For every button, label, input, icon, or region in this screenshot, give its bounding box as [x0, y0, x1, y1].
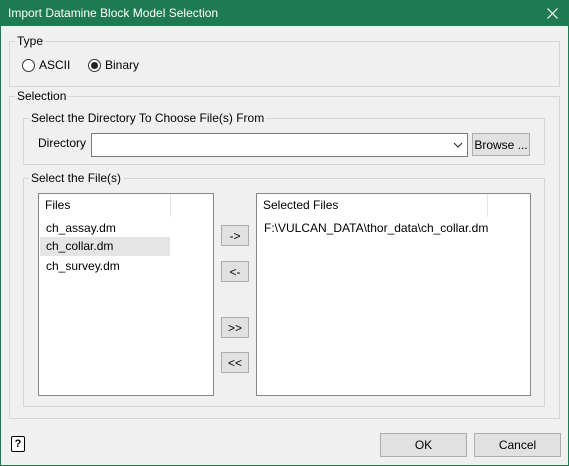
ok-button[interactable]: OK	[380, 433, 467, 457]
remove-all-button[interactable]: <<	[221, 352, 249, 373]
window-title: Import Datamine Block Model Selection	[8, 6, 219, 20]
help-icon[interactable]: ?	[11, 436, 25, 452]
add-file-button[interactable]: ->	[221, 225, 249, 246]
radio-binary-label: Binary	[105, 58, 140, 72]
radio-ascii-circle	[22, 58, 35, 72]
dropdown-arrow-icon[interactable]	[453, 140, 463, 150]
type-group-label: Type	[15, 34, 46, 48]
list-item[interactable]: ch_assay.dm	[40, 219, 170, 238]
list-item[interactable]: ch_collar.dm	[40, 237, 170, 256]
files-listbox[interactable]: Files ch_assay.dm ch_collar.dm ch_survey…	[38, 193, 214, 396]
radio-binary[interactable]: Binary	[88, 58, 139, 72]
radio-binary-dot	[91, 61, 98, 69]
radio-binary-circle	[88, 58, 101, 72]
title-bar: Import Datamine Block Model Selection	[0, 0, 569, 26]
radio-ascii[interactable]: ASCII	[22, 58, 70, 72]
list-item[interactable]: ch_survey.dm	[40, 257, 170, 276]
selected-files-listbox[interactable]: Selected Files F:\VULCAN_DATA\thor_data\…	[256, 193, 531, 396]
add-all-button[interactable]: >>	[221, 317, 249, 338]
files-group-label: Select the File(s)	[29, 171, 124, 185]
list-item[interactable]: F:\VULCAN_DATA\thor_data\ch_collar.dm	[258, 219, 518, 238]
directory-group-label: Select the Directory To Choose File(s) F…	[29, 111, 267, 125]
remove-file-button[interactable]: <-	[221, 261, 249, 282]
files-column-header[interactable]: Files	[39, 194, 171, 217]
close-button[interactable]	[535, 0, 569, 26]
selection-group-label: Selection	[15, 89, 69, 103]
radio-ascii-label: ASCII	[39, 58, 71, 72]
directory-label: Directory	[38, 136, 87, 150]
cancel-button[interactable]: Cancel	[474, 433, 561, 457]
browse-button[interactable]: Browse ...	[472, 133, 530, 156]
selected-files-column-header[interactable]: Selected Files	[257, 194, 488, 217]
close-icon	[546, 7, 558, 19]
directory-combobox[interactable]	[91, 133, 468, 157]
